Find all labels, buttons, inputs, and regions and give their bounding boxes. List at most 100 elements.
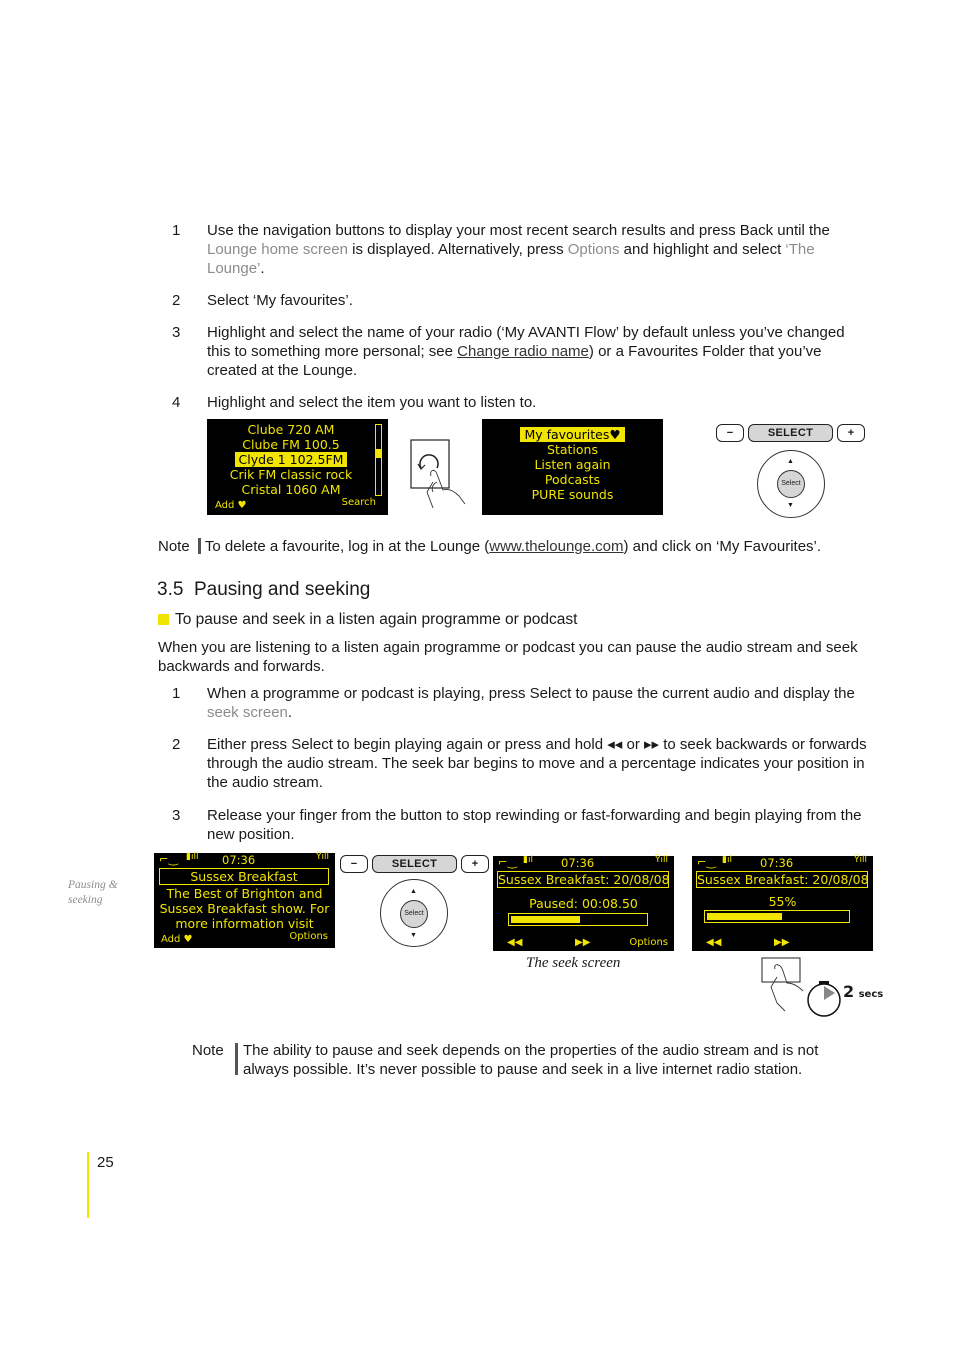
seek-percentage: 55% (768, 894, 797, 909)
minus-button[interactable]: − (716, 424, 744, 442)
programme-title: Sussex Breakfast: 20/08/08 (696, 871, 869, 888)
paused-time: Paused: 00:08.50 (529, 896, 638, 911)
scrollbar-thumb (376, 449, 381, 458)
note-text: To delete a favourite, log in at the Lou… (204, 538, 490, 555)
step-text: Highlight and select the item you want t… (207, 393, 867, 412)
select-button[interactable]: SELECT (372, 855, 457, 873)
page-number: 25 (97, 1154, 114, 1171)
hand-press-button-icon (761, 957, 841, 1017)
lcd-now-playing: ⌐‿ ▮ıll 07:36 Ÿıll Sussex Breakfast The … (154, 852, 335, 948)
clock: 07:36 (222, 853, 256, 867)
plus-button[interactable]: + (837, 424, 865, 442)
note-divider (235, 1043, 238, 1075)
menu-item: PURE sounds (531, 487, 614, 502)
seek-screen-caption: The seek screen (526, 955, 621, 971)
step-number: 3 (172, 807, 181, 824)
wifi-signal-icon: Ÿıll (316, 852, 329, 862)
alarm-icon: ⌐‿ (498, 855, 517, 869)
softkey-add: Add ♥ (215, 500, 247, 511)
note-text-end: ) and click on ‘My Favourites’. (623, 538, 822, 555)
step-number: 1 (172, 222, 181, 239)
seek-bar (704, 910, 850, 923)
status-bar: ⌐‿ ▮ıll 07:36 Ÿıll (154, 852, 335, 868)
alarm-icon: ⌐‿ (697, 855, 716, 869)
seek-bar (508, 913, 648, 926)
list-item: Clube 720 AM (247, 422, 335, 437)
ui-reference: seek screen (207, 704, 288, 721)
up-arrow-icon[interactable]: ▲ (410, 888, 417, 895)
step-number: 1 (172, 685, 181, 702)
section-title: 3.5 Pausing and seeking (157, 579, 371, 600)
info-line: Sussex Breakfast show. For (159, 901, 330, 916)
inline-link[interactable]: Change radio name (457, 343, 589, 360)
text-run: . (260, 260, 265, 277)
list-item-highlighted: Clyde 1 102.5FM (234, 452, 348, 467)
menu-list: My favourites♥ Stations Listen again Pod… (482, 427, 663, 502)
menu-item: Stations (547, 442, 598, 457)
plus-button[interactable]: + (461, 855, 489, 873)
seek-bar-fill (511, 916, 581, 923)
list-item: Clube FM 100.5 (242, 437, 340, 452)
subhead-bullet-icon (158, 614, 169, 625)
programme-info: The Best of Brighton and Sussex Breakfas… (154, 886, 335, 931)
step-number: 2 (172, 736, 181, 753)
list-item: Cristal 1060 AM (241, 482, 341, 497)
step-text: Either press Select to begin playing aga… (207, 735, 867, 792)
hold-duration: 2 secs (843, 982, 883, 1002)
select-button[interactable]: SELECT (748, 424, 833, 442)
text-run: Highlight and select the item you want t… (207, 394, 537, 411)
down-arrow-icon[interactable]: ▼ (787, 502, 794, 509)
fast-forward-icon: ▶▶ (774, 937, 790, 948)
text-run: Release your finger from the button to s… (207, 807, 862, 843)
hold-seconds: 2 (843, 982, 855, 1001)
ui-reference: Options (567, 241, 620, 258)
clock: 07:36 (561, 856, 595, 870)
station-list: Clube 720 AM Clube FM 100.5 Clyde 1 102.… (207, 422, 375, 497)
softkey-options: Options (629, 937, 668, 948)
note-label: Note (192, 1042, 224, 1059)
step-text: When a programme or podcast is playing, … (207, 684, 867, 722)
wifi-signal-icon: Ÿıll (854, 855, 867, 865)
wifi-signal-icon: Ÿıll (655, 855, 668, 865)
scrollbar (375, 424, 382, 496)
step-number: 2 (172, 292, 181, 309)
note-divider (197, 538, 201, 554)
text-run: . (287, 704, 293, 721)
step-text: Highlight and select the name of your ra… (207, 323, 867, 380)
step-number: 4 (172, 394, 181, 411)
lounge-link[interactable]: www.thelounge.com (489, 538, 623, 555)
rewind-icon: ◀◀ (507, 937, 523, 948)
step-text: Select ‘My favourites’. (207, 291, 867, 310)
down-arrow-icon[interactable]: ▼ (410, 932, 417, 939)
text-run: Use the navigation buttons to display yo… (207, 222, 830, 239)
lcd-seek-paused: ⌐‿ ▮ıl 07:36 Ÿıll Sussex Breakfast: 20/0… (493, 855, 674, 951)
softkey-options: Options (289, 931, 328, 942)
dial-select-button[interactable]: Select (777, 470, 805, 498)
softkey-add: Add ♥ (161, 934, 193, 945)
station-title: Sussex Breakfast (159, 868, 329, 885)
ui-reference: Lounge home screen (207, 241, 348, 258)
margin-caption: Pausing & seeking (68, 879, 118, 906)
text-run: Select ‘My favourites’. (207, 292, 353, 309)
menu-item: Listen again (534, 457, 611, 472)
note-delete-favourite: Note To delete a favourite, log in at th… (158, 537, 878, 556)
text-run: When a programme or podcast is playing, … (207, 685, 855, 702)
step-text: Use the navigation buttons to display yo… (207, 221, 867, 278)
intro-paragraph: When you are listening to a listen again… (158, 639, 858, 675)
menu-item: Podcasts (544, 472, 601, 487)
minus-button[interactable]: − (340, 855, 368, 873)
programme-title: Sussex Breakfast: 20/08/08 (497, 871, 670, 888)
seek-bar-fill (707, 913, 783, 920)
signal-icon: ▮ıl (722, 855, 732, 865)
up-arrow-icon[interactable]: ▲ (787, 458, 794, 465)
note-label: Note (158, 538, 190, 555)
signal-icon: ▮ıl (523, 855, 533, 865)
subhead: To pause and seek in a listen again prog… (175, 611, 578, 628)
rewind-icon: ◀◀ (706, 937, 722, 948)
lcd-main-menu: My favourites♥ Stations Listen again Pod… (482, 419, 663, 515)
hand-turning-knob-icon (410, 439, 466, 509)
text-run: and highlight and select (619, 241, 786, 258)
dial-select-button[interactable]: Select (400, 900, 428, 928)
info-line: The Best of Brighton and (166, 886, 323, 901)
note-text: The ability to pause and seek depends on… (243, 1042, 819, 1078)
